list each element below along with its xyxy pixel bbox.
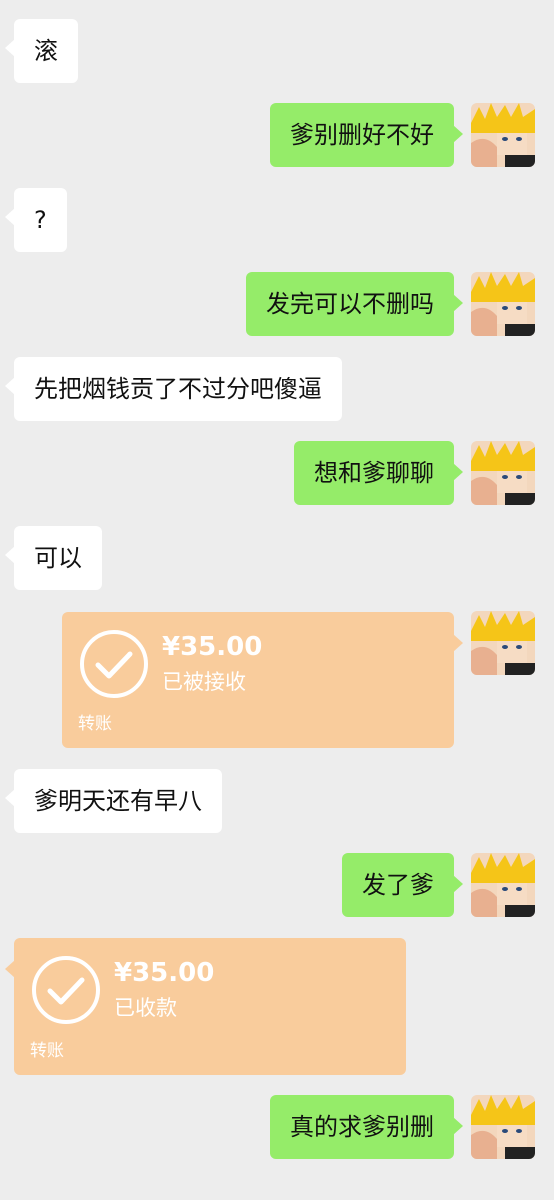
- avatar-icon: [471, 272, 535, 336]
- message-bubble[interactable]: 真的求爹别删: [270, 1095, 463, 1159]
- message-bubble[interactable]: 想和爹聊聊: [294, 441, 463, 505]
- transfer-label: 转账: [30, 1041, 64, 1061]
- transfer-label: 转账: [78, 714, 112, 734]
- message-bubble[interactable]: 爹别删好不好: [270, 103, 463, 167]
- avatar-icon: [471, 103, 535, 167]
- message-bubble[interactable]: 发了爹: [342, 853, 463, 917]
- avatar-icon: [471, 853, 535, 917]
- message-bubble[interactable]: 可以: [5, 526, 102, 590]
- message-bubble[interactable]: ?: [5, 188, 67, 252]
- message-bubble[interactable]: 发完可以不删吗: [246, 272, 463, 336]
- avatar[interactable]: [471, 272, 535, 336]
- transfer-amount: ¥35.00: [162, 632, 263, 662]
- avatar[interactable]: [471, 1095, 535, 1159]
- message-bubble[interactable]: 滚: [5, 19, 78, 83]
- avatar[interactable]: [471, 441, 535, 505]
- avatar[interactable]: [471, 103, 535, 167]
- check-circle-icon: [32, 956, 100, 1024]
- message-bubble[interactable]: 先把烟钱贡了不过分吧傻逼: [5, 357, 342, 421]
- check-circle-icon: [80, 630, 148, 698]
- transfer-status: 已收款: [114, 996, 177, 1020]
- avatar-icon: [471, 441, 535, 505]
- transfer-amount: ¥35.00: [114, 958, 215, 988]
- avatar-icon: [471, 611, 535, 675]
- transfer-status: 已被接收: [162, 670, 246, 694]
- message-bubble[interactable]: 爹明天还有早八: [5, 769, 222, 833]
- transfer-card[interactable]: ¥35.00 已收款 转账: [5, 938, 406, 1075]
- avatar-icon: [471, 1095, 535, 1159]
- avatar[interactable]: [471, 853, 535, 917]
- transfer-card[interactable]: ¥35.00 已被接收 转账: [62, 612, 463, 748]
- avatar[interactable]: [471, 611, 535, 675]
